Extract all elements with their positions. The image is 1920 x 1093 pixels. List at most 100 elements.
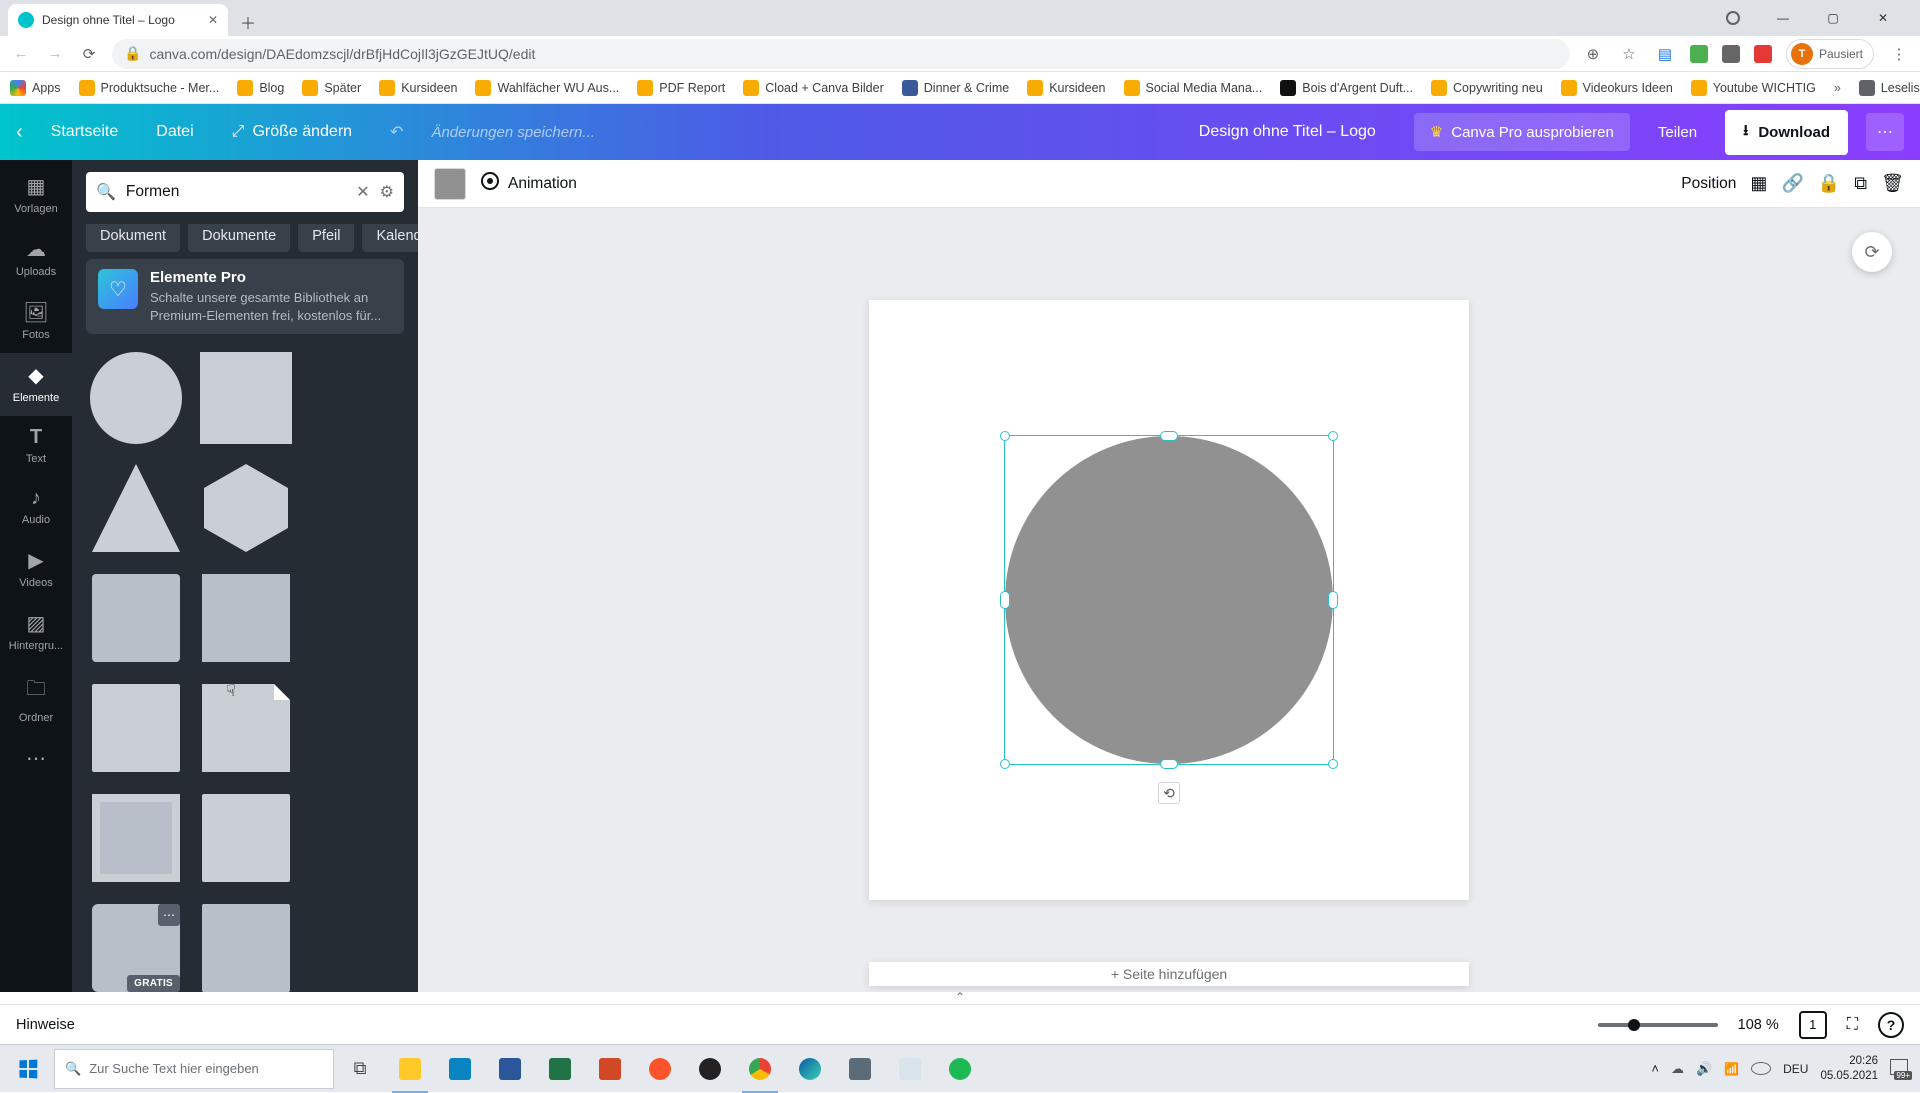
qr-icon[interactable]: ▤ — [1654, 45, 1676, 63]
shape-plain-square[interactable] — [196, 788, 296, 888]
tray-chevron-up-icon[interactable]: ˄ — [1651, 1061, 1659, 1076]
extension-icon[interactable] — [1690, 45, 1708, 63]
bookmark-item[interactable]: Social Media Mana... — [1124, 80, 1263, 96]
tray-clock[interactable]: 20:26 05.05.2021 — [1820, 1054, 1878, 1083]
chrome-account-icon[interactable] — [1710, 3, 1756, 33]
clear-search-icon[interactable]: ✕ — [356, 182, 369, 202]
shape-rounded-rect[interactable]: ⋯ GRATIS — [86, 898, 186, 992]
shape-square-outline[interactable] — [196, 568, 296, 668]
back-icon[interactable]: ‹ — [16, 121, 23, 144]
filter-icon[interactable]: ⚙ — [380, 182, 394, 202]
tray-volume-icon[interactable]: 🔊 — [1696, 1061, 1712, 1077]
resize-handle-bottom[interactable] — [1160, 759, 1178, 769]
shape-square[interactable] — [196, 348, 296, 448]
bookmark-star-icon[interactable]: ☆ — [1618, 45, 1640, 63]
rail-folders[interactable]: 🗀Ordner — [0, 664, 72, 736]
shape-rounded-square[interactable] — [86, 568, 186, 668]
fill-color-swatch[interactable] — [434, 168, 466, 200]
rail-text[interactable]: TText — [0, 416, 72, 477]
filter-chip[interactable]: Dokumente — [188, 224, 290, 252]
taskbar-obs[interactable] — [686, 1045, 734, 1093]
bookmark-item[interactable]: Kursideen — [1027, 80, 1105, 96]
tray-language[interactable]: DEU — [1783, 1062, 1808, 1076]
new-tab-button[interactable]: ＋ — [234, 8, 262, 36]
rail-uploads[interactable]: ☁Uploads — [0, 227, 72, 290]
tray-battery-icon[interactable] — [1751, 1062, 1771, 1075]
link-icon[interactable]: 🔗 — [1781, 173, 1803, 194]
bookmark-item[interactable]: Dinner & Crime — [902, 80, 1009, 96]
tray-onedrive-icon[interactable]: ☁ — [1671, 1061, 1684, 1077]
resize-handle-right[interactable] — [1328, 591, 1338, 609]
nav-reload-icon[interactable]: ⟳ — [78, 45, 100, 63]
selected-circle-shape[interactable] — [1005, 436, 1333, 764]
add-page-button[interactable]: + Seite hinzufügen — [869, 962, 1469, 986]
rail-more[interactable]: ⋯ — [0, 736, 72, 783]
taskbar-spotify[interactable] — [936, 1045, 984, 1093]
filter-chip[interactable]: Dokument — [86, 224, 180, 252]
bookmark-item[interactable]: Copywriting neu — [1431, 80, 1543, 96]
taskbar-chrome[interactable] — [736, 1045, 784, 1093]
start-button[interactable] — [4, 1045, 52, 1093]
bookmark-item[interactable]: Kursideen — [379, 80, 457, 96]
fullscreen-icon[interactable]: ⛶ — [1847, 1016, 1858, 1034]
animation-button[interactable]: Animation — [480, 171, 577, 196]
resize-handle-top[interactable] — [1160, 431, 1178, 441]
taskbar-excel[interactable] — [536, 1045, 584, 1093]
rail-audio[interactable]: ♪Audio — [0, 477, 72, 538]
bookmark-item[interactable]: Youtube WICHTIG — [1691, 80, 1816, 96]
close-tab-icon[interactable]: ✕ — [208, 13, 218, 27]
nav-forward-icon[interactable]: → — [44, 45, 66, 62]
resize-handle-tl[interactable] — [1000, 431, 1010, 441]
share-button[interactable]: Teilen — [1648, 116, 1707, 149]
try-pro-button[interactable]: ♛Canva Pro ausprobieren — [1414, 113, 1630, 151]
url-field[interactable]: 🔒 canva.com/design/DAEdomzscjl/drBfjHdCo… — [112, 39, 1570, 69]
taskbar-search[interactable]: 🔍Zur Suche Text hier eingeben — [54, 1049, 334, 1089]
taskbar-app[interactable] — [436, 1045, 484, 1093]
duplicate-icon[interactable]: ⧉ — [1854, 173, 1867, 194]
transparency-icon[interactable]: ▦ — [1750, 173, 1767, 194]
rotate-handle[interactable]: ⟲ — [1158, 782, 1180, 804]
taskbar-file-explorer[interactable] — [386, 1045, 434, 1093]
taskbar-brave[interactable] — [636, 1045, 684, 1093]
zoom-icon[interactable]: ⊕ — [1582, 45, 1604, 63]
shape-outlined-square[interactable] — [196, 898, 296, 992]
panel-collapse-button[interactable]: ‹ — [414, 528, 418, 624]
artboard[interactable]: ⟲ — [869, 300, 1469, 900]
shape-triangle[interactable] — [86, 458, 186, 558]
zoom-level[interactable]: 108 % — [1738, 1017, 1779, 1033]
shape-hexagon[interactable] — [196, 458, 296, 558]
rail-photos[interactable]: 🖼Fotos — [0, 290, 72, 353]
window-close-icon[interactable]: ✕ — [1860, 3, 1906, 33]
lock-icon[interactable]: 🔒 — [1818, 173, 1840, 194]
undo-button[interactable]: ↶ — [380, 116, 413, 148]
extension-icon[interactable] — [1754, 45, 1772, 63]
more-menu-button[interactable]: ⋯ — [1866, 113, 1904, 151]
bookmark-item[interactable]: Cload + Canva Bilder — [743, 80, 883, 96]
tray-wifi-icon[interactable]: 📶 — [1724, 1062, 1739, 1076]
bookmark-item[interactable]: Bois d'Argent Duft... — [1280, 80, 1413, 96]
shape-circle[interactable] — [86, 348, 186, 448]
bookmark-item[interactable]: PDF Report — [637, 80, 725, 96]
resize-handle-bl[interactable] — [1000, 759, 1010, 769]
taskbar-word[interactable] — [486, 1045, 534, 1093]
shape-rect[interactable] — [86, 678, 186, 778]
position-button[interactable]: Position — [1681, 175, 1736, 193]
bookmark-item[interactable]: Blog — [237, 80, 284, 96]
window-minimize-icon[interactable]: — — [1760, 3, 1806, 33]
bookmark-item[interactable]: Videokurs Ideen — [1561, 80, 1673, 96]
tray-notifications[interactable]: 99+ — [1890, 1059, 1908, 1078]
download-button[interactable]: ⭳Download — [1725, 110, 1848, 155]
resize-button[interactable]: ⤢Größe ändern — [222, 117, 362, 147]
taskbar-edge[interactable] — [786, 1045, 834, 1093]
rail-elements[interactable]: ◆Elemente — [0, 353, 72, 416]
window-maximize-icon[interactable]: ▢ — [1810, 3, 1856, 33]
bookmark-item[interactable]: Später — [302, 80, 361, 96]
bookmark-item[interactable]: Wahlfächer WU Aus... — [475, 80, 619, 96]
browser-tab[interactable]: Design ohne Titel – Logo ✕ — [8, 4, 228, 36]
profile-button[interactable]: T Pausiert — [1786, 39, 1874, 69]
rail-background[interactable]: ▨Hintergru... — [0, 601, 72, 664]
shape-folded-corner[interactable] — [196, 678, 296, 778]
expand-footer-icon[interactable]: ⌃ — [0, 990, 1920, 1004]
reading-list-button[interactable]: Leseliste — [1859, 80, 1920, 96]
document-title[interactable]: Design ohne Titel – Logo — [1199, 123, 1376, 141]
